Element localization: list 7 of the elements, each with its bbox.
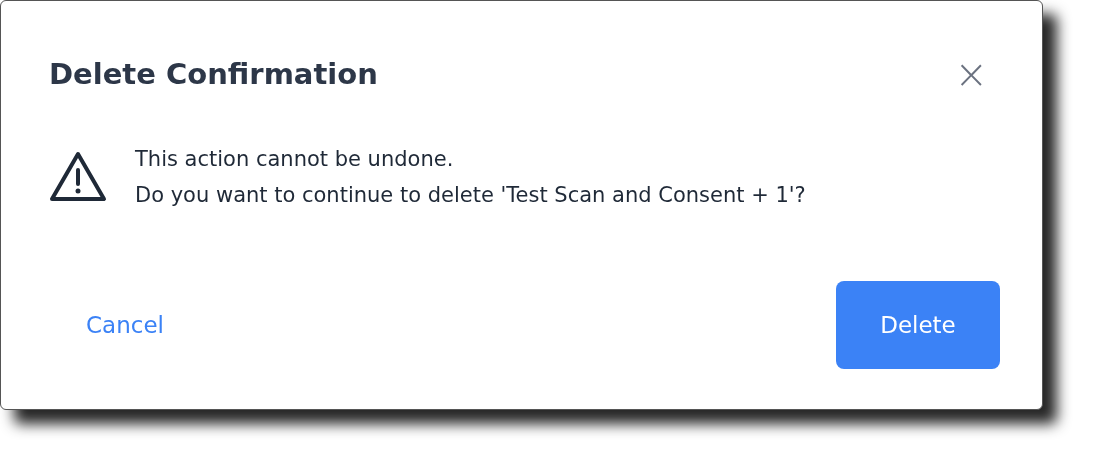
delete-button[interactable]: Delete [836,281,1000,369]
cancel-button[interactable]: Cancel [49,312,164,338]
message-text: Do you want to continue to delete 'Test Scan and Consent + 1'? [135,183,806,207]
close-button[interactable]: × [942,54,1000,94]
message-text: This action cannot be undone. [135,147,455,171]
warning-icon [49,151,107,203]
dialog-title: Delete Confirmation [49,57,378,91]
